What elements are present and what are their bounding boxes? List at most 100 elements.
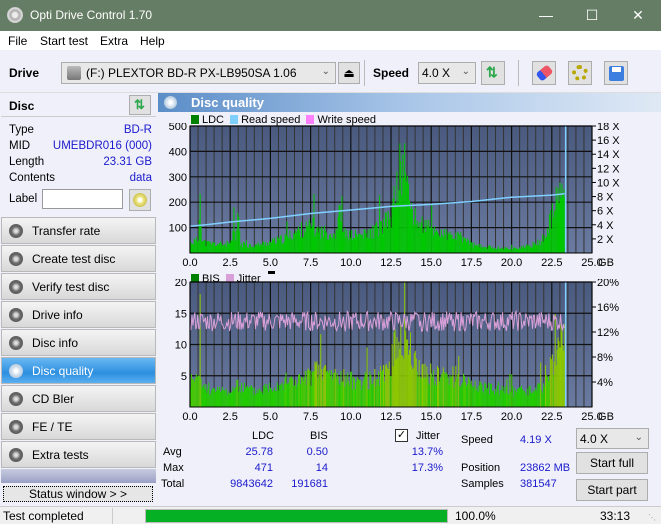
ldc-bar xyxy=(213,242,215,253)
nav-cd-bler[interactable]: CD Bler xyxy=(1,385,156,412)
maximize-button[interactable]: ☐ xyxy=(569,0,615,31)
bis-bar xyxy=(193,381,195,407)
menu-file[interactable]: File xyxy=(8,34,27,48)
disc-refresh-button[interactable]: ⇅ xyxy=(129,95,151,115)
ldc-bar xyxy=(305,221,307,253)
start-full-button[interactable]: Start full xyxy=(576,452,648,474)
ldc-bar xyxy=(306,226,308,253)
bis-bar xyxy=(194,378,196,407)
bis-bar xyxy=(326,371,328,407)
bis-bar xyxy=(301,377,303,407)
save-button[interactable] xyxy=(604,61,628,85)
bis-bar xyxy=(458,356,460,407)
ldc-bar xyxy=(479,247,481,253)
bis-bar xyxy=(190,373,192,407)
test-speed-select[interactable]: 4.0 X ⌄ xyxy=(576,428,649,449)
bis-bar xyxy=(419,376,421,407)
bis-bar xyxy=(496,385,498,407)
bis-bar xyxy=(241,382,243,407)
ldc-bar xyxy=(406,181,408,253)
ldc-bar xyxy=(487,248,489,253)
y-tick-left: 10 xyxy=(175,340,187,352)
ldc-bar xyxy=(331,238,333,253)
bis-bar xyxy=(357,378,359,407)
bis-bar xyxy=(263,385,265,407)
nav-fe-te[interactable]: FE / TE xyxy=(1,413,156,440)
menu-extra[interactable]: Extra xyxy=(100,34,128,48)
nav-verify-test-disc[interactable]: Verify test disc xyxy=(1,273,156,300)
ldc-bar xyxy=(347,237,349,253)
bis-bar xyxy=(250,385,252,407)
y-tick-left: 5 xyxy=(181,371,187,383)
disc-label-button[interactable] xyxy=(129,189,151,211)
ldc-bar xyxy=(316,227,318,253)
nav-disc-quality[interactable]: Disc quality xyxy=(1,357,156,384)
menu-start-test[interactable]: Start test xyxy=(40,34,88,48)
bis-bar xyxy=(362,380,364,407)
ldc-bar xyxy=(199,193,201,253)
ldc-bar xyxy=(238,216,240,253)
close-button[interactable]: ✕ xyxy=(615,0,661,31)
bis-bar xyxy=(219,392,221,407)
ldc-bar xyxy=(552,217,554,253)
ldc-bar xyxy=(221,245,223,253)
ldc-bar xyxy=(425,232,427,253)
ldc-bar xyxy=(532,241,534,253)
bis-bar xyxy=(316,361,318,407)
ldc-bar xyxy=(375,223,377,253)
ldc-bar xyxy=(505,248,507,253)
ldc-bar xyxy=(412,225,414,253)
panel-title: Disc quality xyxy=(191,95,264,110)
bis-bar xyxy=(248,386,250,407)
status-window-button[interactable]: Status window > > xyxy=(3,486,153,502)
nav-disc-info[interactable]: Disc info xyxy=(1,329,156,356)
bis-bar xyxy=(206,392,208,407)
ldc-bar xyxy=(458,233,460,253)
disc-label-input[interactable] xyxy=(42,189,123,209)
ldc-bar xyxy=(432,228,434,253)
speed-value: 4.0 X xyxy=(422,66,451,80)
nav-extra-tests[interactable]: Extra tests xyxy=(1,441,156,468)
ldc-bar xyxy=(211,244,213,253)
eject-button[interactable]: ⏏ xyxy=(338,62,360,84)
bis-bar xyxy=(543,383,545,407)
bis-bar xyxy=(519,387,521,407)
ldc-bar xyxy=(246,247,248,253)
ldc-bar xyxy=(295,230,297,253)
bis-bar xyxy=(352,389,354,407)
ldc-bar xyxy=(220,242,222,253)
test-speed-value: 4.0 X xyxy=(580,432,609,446)
bis-bar xyxy=(269,382,271,407)
ldc-bar xyxy=(503,248,505,253)
ldc-bar xyxy=(269,241,271,253)
jitter-checkbox[interactable]: ✓ xyxy=(395,429,408,442)
menu-help[interactable]: Help xyxy=(140,34,165,48)
nav-transfer-rate[interactable]: Transfer rate xyxy=(1,217,156,244)
ldc-bar xyxy=(252,247,254,253)
speed-select[interactable]: 4.0 X ⌄ xyxy=(418,62,476,84)
ldc-bar xyxy=(546,228,548,253)
stats-col-ldc: LDC xyxy=(252,430,275,442)
ldc-bar xyxy=(374,226,376,253)
settings-button[interactable] xyxy=(568,61,592,85)
ldc-bar xyxy=(314,236,316,253)
ldc-bar xyxy=(337,216,339,253)
erase-button[interactable] xyxy=(532,61,556,85)
resize-grip-icon[interactable]: ⋱ xyxy=(648,513,656,522)
ldc-bar xyxy=(244,245,246,253)
bis-bar xyxy=(292,378,294,407)
ldc-bar xyxy=(240,245,242,253)
start-part-button[interactable]: Start part xyxy=(576,479,648,501)
bis-bar xyxy=(336,373,338,407)
minimize-button[interactable]: — xyxy=(523,0,569,31)
nav-label: Disc quality xyxy=(32,364,94,378)
refresh-button[interactable]: ⇅ xyxy=(481,61,505,85)
bis-bar xyxy=(245,386,247,407)
nav-create-test-disc[interactable]: Create test disc xyxy=(1,245,156,272)
drive-select[interactable]: (F:) PLEXTOR BD-R PX-LB950SA 1.06 ⌄ xyxy=(61,62,336,84)
bis-bar xyxy=(441,372,443,407)
bis-bar xyxy=(363,377,365,407)
nav-drive-info[interactable]: Drive info xyxy=(1,301,156,328)
bis-bar xyxy=(191,378,193,407)
y-tick-right: 16% xyxy=(597,302,619,314)
